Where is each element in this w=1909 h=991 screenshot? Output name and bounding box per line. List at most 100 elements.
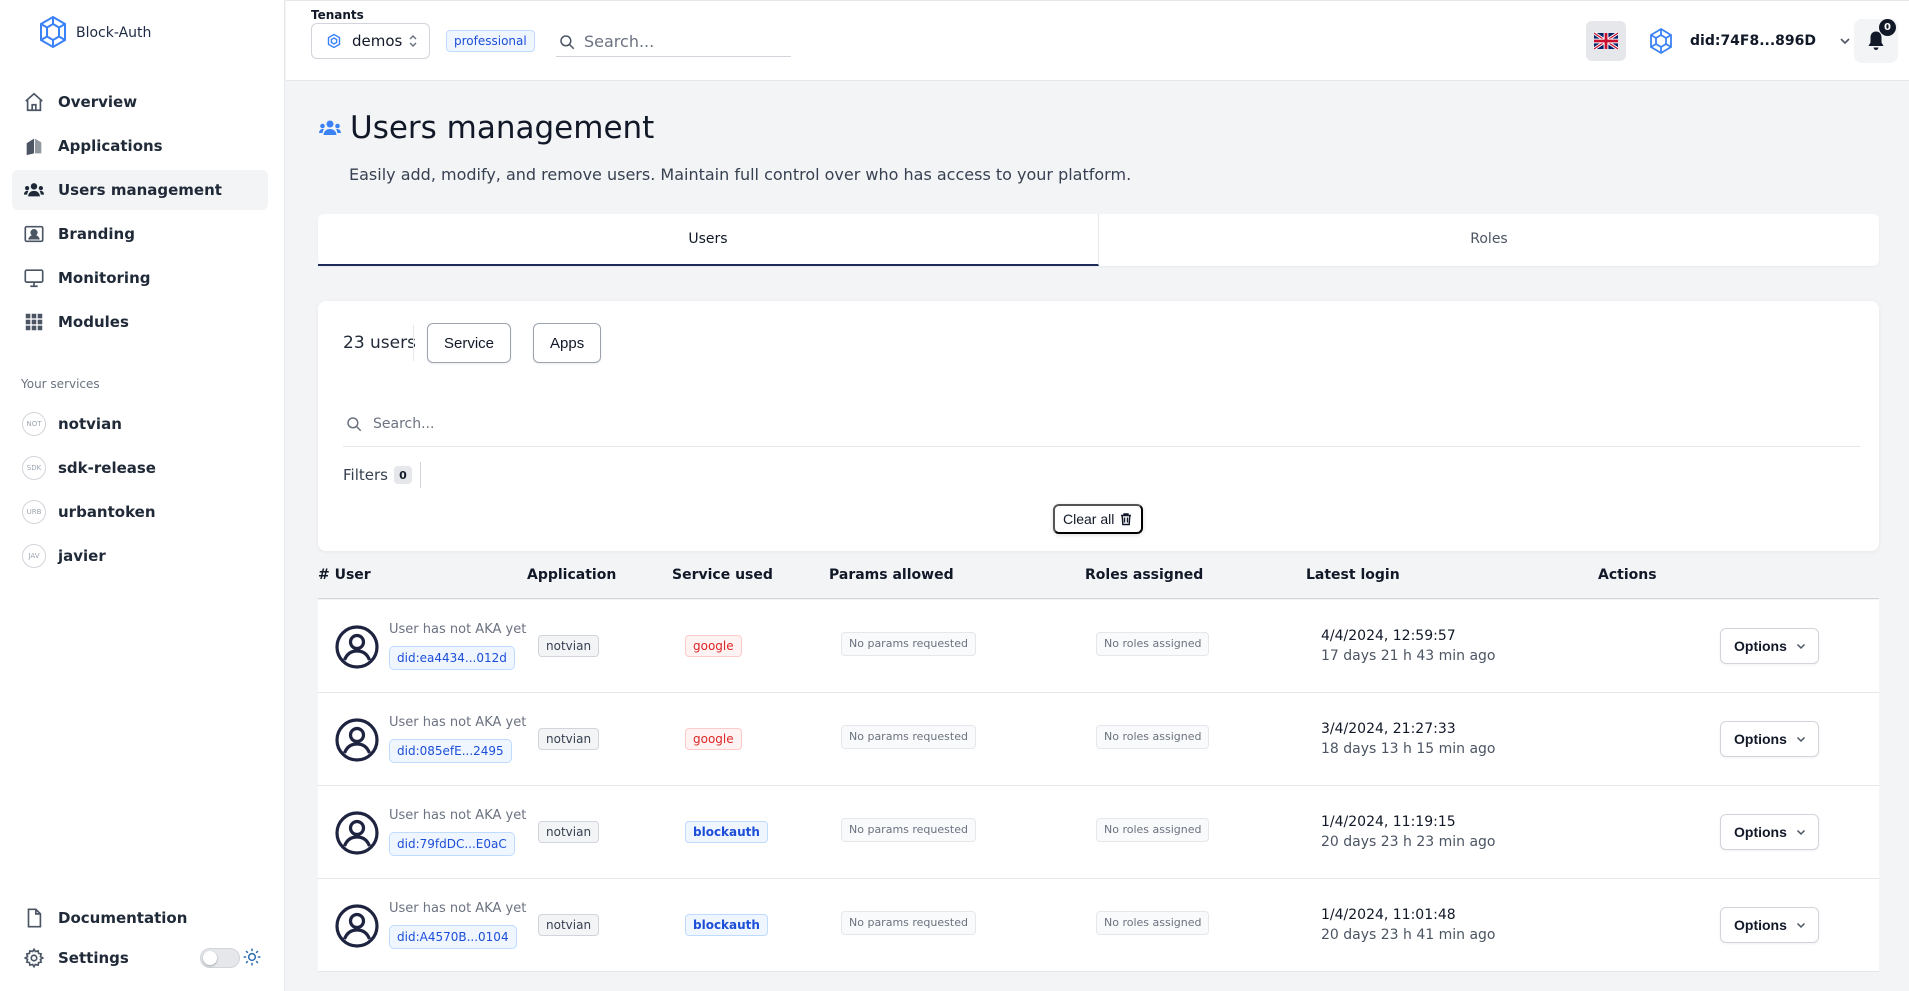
user-did-chip[interactable]: did:ea4434...012d	[389, 646, 515, 670]
service-label: urbantoken	[58, 503, 156, 521]
table-row: User has not AKA yet did:085efE...2495 n…	[318, 693, 1879, 786]
login-date: 1/4/2024, 11:19:15	[1321, 814, 1456, 830]
options-button[interactable]: Options	[1720, 907, 1819, 943]
sidebar-item-applications[interactable]: Applications	[12, 126, 268, 166]
user-aka: User has not AKA yet	[389, 622, 527, 637]
search-icon	[560, 34, 575, 49]
sidebar-item-modules[interactable]: Modules	[12, 302, 268, 342]
services-list: NOT notvian SDK sdk-release URB urbantok…	[12, 402, 268, 578]
search-input[interactable]: Search...	[584, 32, 654, 51]
apps-filter-button[interactable]: Apps	[533, 323, 602, 363]
sidebar-item-branding[interactable]: Branding	[12, 214, 268, 254]
tab-roles[interactable]: Roles	[1099, 214, 1879, 266]
divider	[413, 325, 414, 361]
options-button[interactable]: Options	[1720, 721, 1819, 757]
service-item-urbantoken[interactable]: URB urbantoken	[12, 490, 268, 534]
sidebar-item-label: Documentation	[58, 909, 188, 927]
language-button[interactable]	[1586, 21, 1626, 61]
service-abbr-badge: NOT	[22, 412, 46, 436]
user-avatar-icon	[335, 625, 379, 669]
sun-icon	[243, 948, 261, 966]
sidebar-item-label: Modules	[58, 313, 129, 331]
column-header-service: Service used	[672, 567, 773, 583]
services-section-title: Your services	[21, 377, 100, 391]
user-aka: User has not AKA yet	[389, 715, 527, 730]
account-did: did:74F8...896D	[1690, 33, 1817, 49]
table-row: User has not AKA yet did:79fdDC...E0aC n…	[318, 786, 1879, 879]
documentation-link-wrap: Documentation	[12, 898, 268, 942]
service-item-notvian[interactable]: NOT notvian	[12, 402, 268, 446]
service-label: sdk-release	[58, 459, 156, 477]
user-aka: User has not AKA yet	[389, 901, 527, 916]
service-chip: google	[685, 728, 742, 750]
global-search[interactable]: Search...	[556, 27, 791, 57]
theme-toggle[interactable]	[200, 948, 240, 968]
service-item-sdk-release[interactable]: SDK sdk-release	[12, 446, 268, 490]
column-header-params: Params allowed	[829, 567, 954, 583]
application-chip: notvian	[538, 914, 600, 936]
sidebar-item-label: Monitoring	[58, 269, 151, 287]
user-avatar-icon	[335, 718, 379, 762]
document-icon	[22, 906, 46, 930]
sidebar-item-label: Users management	[58, 181, 222, 199]
service-label: notvian	[58, 415, 122, 433]
sidebar-item-documentation[interactable]: Documentation	[12, 898, 268, 938]
sidebar-item-label: Overview	[58, 93, 138, 111]
app-logo[interactable]: Block-Auth	[36, 14, 151, 52]
user-did-chip[interactable]: did:A4570B...0104	[389, 925, 517, 949]
filters-summary: Filters 0	[343, 461, 421, 489]
login-ago: 20 days 23 h 23 min ago	[1321, 834, 1496, 850]
sidebar: Block-Auth Overview Applications Users m…	[0, 0, 285, 991]
sidebar-item-users-management[interactable]: Users management	[12, 170, 268, 210]
options-button[interactable]: Options	[1720, 814, 1819, 850]
column-header-application: Application	[527, 567, 617, 583]
clear-all-button[interactable]: Clear all	[1053, 504, 1144, 534]
notifications-button[interactable]: 0	[1854, 19, 1898, 63]
chevron-down-icon	[1796, 643, 1805, 650]
options-label: Options	[1734, 917, 1787, 933]
params-chip: No params requested	[841, 911, 976, 935]
clear-all-label: Clear all	[1063, 511, 1115, 527]
options-label: Options	[1734, 731, 1787, 747]
user-did-chip[interactable]: did:085efE...2495	[389, 739, 512, 763]
login-date: 1/4/2024, 11:01:48	[1321, 907, 1456, 923]
main-nav: Overview Applications Users management B…	[12, 82, 268, 346]
filters-count-badge: 0	[393, 466, 412, 484]
tab-users[interactable]: Users	[318, 214, 1099, 266]
sidebar-item-label: Settings	[58, 949, 129, 967]
params-chip: No params requested	[841, 632, 976, 656]
sidebar-item-overview[interactable]: Overview	[12, 82, 268, 122]
divider	[419, 462, 421, 488]
service-item-javier[interactable]: JAV javier	[12, 534, 268, 578]
user-avatar-icon	[335, 811, 379, 855]
service-chip: google	[685, 635, 742, 657]
application-chip: notvian	[538, 728, 600, 750]
tenant-select[interactable]: demos	[311, 23, 430, 59]
account-menu[interactable]: did:74F8...896D	[1646, 21, 1852, 61]
application-chip: notvian	[538, 821, 600, 843]
application-chip: notvian	[538, 635, 600, 657]
users-search[interactable]: Search...	[343, 401, 1860, 447]
users-count: 23 users	[343, 333, 416, 353]
service-filter-button[interactable]: Service	[427, 323, 512, 363]
users-search-input[interactable]: Search...	[373, 416, 434, 432]
sidebar-item-monitoring[interactable]: Monitoring	[12, 258, 268, 298]
login-date: 4/4/2024, 12:59:57	[1321, 628, 1456, 644]
account-avatar-icon	[1650, 27, 1672, 55]
service-abbr-badge: URB	[22, 500, 46, 524]
column-header-user: # User	[318, 567, 371, 583]
page-title: Users management	[350, 110, 655, 146]
login-ago: 18 days 13 h 15 min ago	[1321, 741, 1496, 757]
options-button[interactable]: Options	[1720, 628, 1819, 664]
user-did-chip[interactable]: did:79fdDC...E0aC	[389, 832, 515, 856]
top-bar: Tenants demos professional Search... did…	[286, 0, 1909, 81]
roles-chip: No roles assigned	[1096, 818, 1210, 842]
plan-badge: professional	[446, 30, 535, 52]
trash-icon	[1121, 513, 1132, 526]
chevron-down-icon	[1796, 736, 1805, 743]
table-row: User has not AKA yet did:A4570B...0104 n…	[318, 879, 1879, 972]
column-header-actions: Actions	[1598, 567, 1657, 583]
branding-icon	[22, 222, 46, 246]
updown-chevron-icon	[409, 34, 417, 48]
column-header-roles: Roles assigned	[1085, 567, 1204, 583]
